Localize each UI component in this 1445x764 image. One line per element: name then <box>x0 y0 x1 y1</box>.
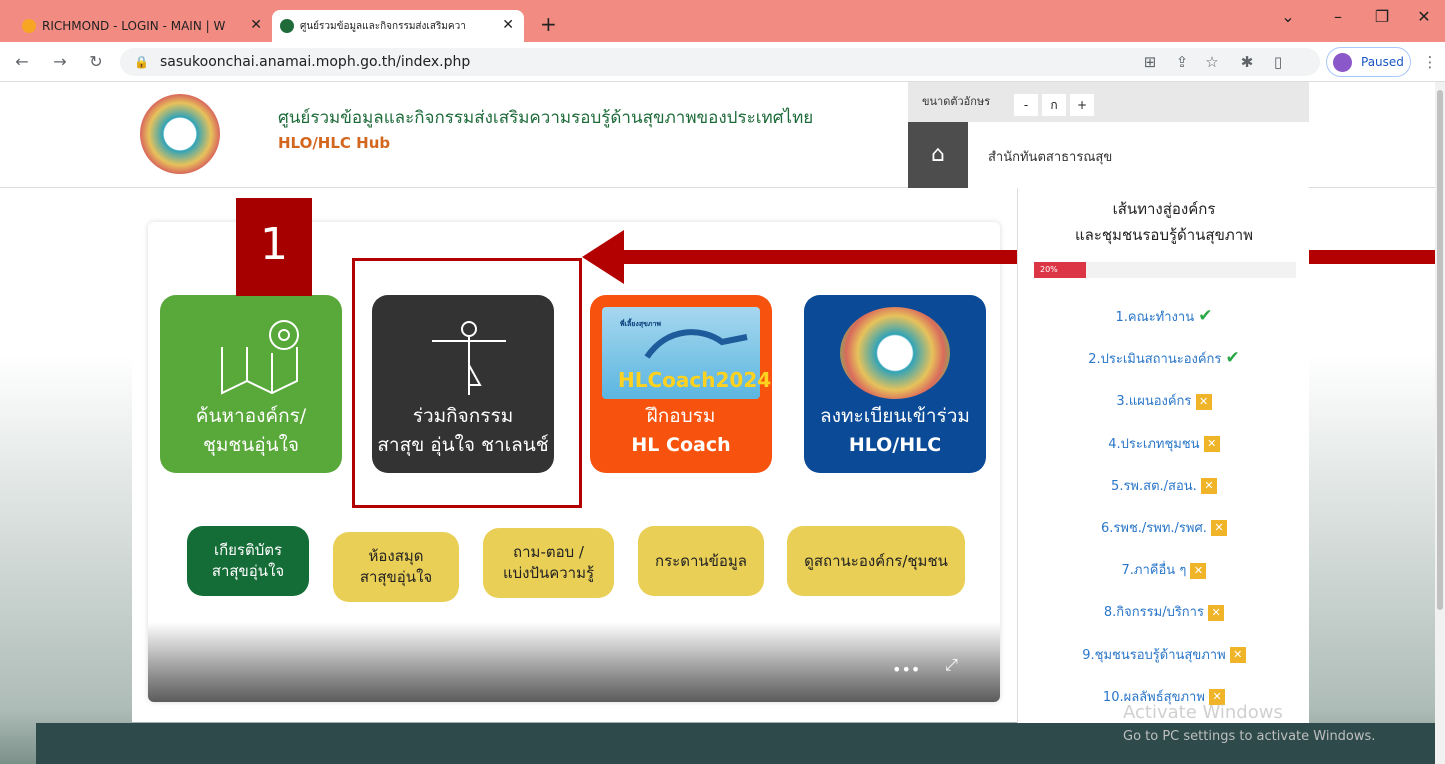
home-link[interactable]: สำนักทันตสาธารณสุข <box>988 146 1112 167</box>
checkmark-icon: ✔ <box>1225 348 1240 369</box>
tile-label: ฝึกอบรม HL Coach <box>631 405 731 456</box>
toolbar: ← → ↻ 🔒 sasukoonchai.anamai.moph.go.th/i… <box>0 42 1445 82</box>
site-title: ศูนย์รวมข้อมูลและกิจกรรมส่งเสริมความรอบร… <box>278 108 814 128</box>
font-size-bar: ขนาดตัวอักษร - ก + <box>908 82 1309 122</box>
step-label: 7.ภาคีอื่น ๆ <box>1121 563 1187 579</box>
pill-qa[interactable]: ถาม-ตอบ / แบ่งปันความรู้ <box>483 528 614 598</box>
step-label: 6.รพช./รพท./รพศ. <box>1100 520 1207 536</box>
pending-icon: ✕ <box>1200 478 1217 495</box>
site-subtitle: HLO/HLC Hub <box>278 134 391 152</box>
close-tab-icon[interactable]: ✕ <box>250 17 262 33</box>
progress-sidebar: เส้นทางสู่องค์กร และชุมชนรอบรู้ด้านสุขภาพ… <box>1017 188 1309 728</box>
step-label: 9.ชุมชนรอบรู้ด้านสุขภาพ <box>1082 647 1226 663</box>
profile-status: Paused <box>1361 55 1404 69</box>
site-favicon-icon <box>22 19 36 33</box>
sidebar-title: เส้นทางสู่องค์กร และชุมชนรอบรู้ด้านสุขภาพ <box>1074 200 1254 245</box>
sidebar-step-item[interactable]: 2.ประเมินสถานะองค์กร ✔ <box>1018 348 1310 390</box>
url-text: sasukoonchai.anamai.moph.go.th/index.php <box>160 54 471 70</box>
sidebar-step-item[interactable]: 1.คณะทำงาน ✔ <box>1018 306 1310 348</box>
tile-register-hlo[interactable]: ลงทะเบียนเข้าร่วม HLO/HLC <box>804 295 986 473</box>
pill-certificate[interactable]: เกียรติบัตร สาสุขอุ่นใจ <box>187 526 309 596</box>
minimize-button[interactable]: – <box>1318 5 1358 33</box>
share-icon[interactable]: ⇪ <box>1170 50 1194 74</box>
step-label: 3.แผนองค์กร <box>1116 394 1192 410</box>
site-favicon-icon <box>280 19 294 33</box>
sidebar-step-item[interactable]: 6.รพช./รพท./รพศ. ✕ <box>1018 517 1310 559</box>
profile-button[interactable]: Paused <box>1326 47 1411 77</box>
tile-label: ลงทะเบียนเข้าร่วม HLO/HLC <box>820 405 970 456</box>
step-label: 5.รพ.สต./สอน. <box>1111 478 1197 494</box>
page: ศูนย์รวมข้อมูลและกิจกรรมส่งเสริมความรอบร… <box>0 82 1445 764</box>
activation-watermark-text: Go to PC settings to activate Windows. <box>1123 729 1376 744</box>
pill-view-status[interactable]: ดูสถานะองค์กร/ชุมชน <box>787 526 965 596</box>
lock-icon: 🔒 <box>134 55 149 69</box>
sidebar-step-item[interactable]: 8.กิจกรรม/บริการ ✕ <box>1018 601 1310 643</box>
fullscreen-icon[interactable]: ⤢ <box>945 655 958 675</box>
sidebar-step-item[interactable]: 3.แผนองค์กร ✕ <box>1018 390 1310 432</box>
font-decrease-button[interactable]: - <box>1014 94 1038 116</box>
highlight-box <box>352 258 582 508</box>
close-window-button[interactable]: ✕ <box>1404 5 1444 33</box>
close-tab-icon[interactable]: ✕ <box>502 17 514 33</box>
banner-text: HLCoach2024 <box>618 368 772 392</box>
back-icon[interactable]: ← <box>10 50 34 74</box>
step-label: 8.กิจกรรม/บริการ <box>1103 605 1204 621</box>
hl-coach-banner: พี่เลี้ยงสุขภาพ HLCoach2024 <box>602 307 771 399</box>
font-increase-button[interactable]: + <box>1070 94 1094 116</box>
more-options-icon[interactable]: ••• <box>892 660 920 679</box>
map-pin-icon <box>221 320 299 395</box>
tab-search-icon[interactable]: ⌄ <box>1268 5 1308 33</box>
pending-icon: ✕ <box>1229 647 1246 663</box>
reload-icon[interactable]: ↻ <box>84 50 108 74</box>
new-tab-button[interactable]: + <box>540 12 557 36</box>
activation-watermark-title: Activate Windows <box>1123 702 1283 723</box>
progress-fill: 20% <box>1034 262 1087 278</box>
step-list: 1.คณะทำงาน ✔ 2.ประเมินสถานะองค์กร ✔ 3.แผนอ… <box>1018 306 1310 728</box>
home-icon[interactable]: ⌂ <box>908 122 968 188</box>
font-size-label: ขนาดตัวอักษร <box>922 95 991 108</box>
pill-library[interactable]: ห้องสมุด สาสุขอุ่นใจ <box>333 532 459 602</box>
step-label: 2.ประเมินสถานะองค์กร <box>1088 352 1222 368</box>
menu-icon[interactable]: ⋮ <box>1418 50 1442 74</box>
tab-label: RICHMOND - LOGIN - MAIN | W <box>42 19 226 33</box>
step-label: 1.คณะทำงาน <box>1115 310 1195 325</box>
tile-hl-coach[interactable]: พี่เลี้ยงสุขภาพ HLCoach2024 ฝึกอบรม HL Co… <box>590 295 772 473</box>
tile-label: ค้นหาองค์กร/ชุมชนอุ่นใจ <box>195 405 307 456</box>
tab-label: ศูนย์รวมข้อมูลและกิจกรรมส่งเสริมควา <box>300 20 466 32</box>
video-area <box>148 622 1000 702</box>
font-reset-button[interactable]: ก <box>1042 94 1066 116</box>
tab-strip: RICHMOND - LOGIN - MAIN | W ✕ ศูนย์รวมข้… <box>0 0 1445 42</box>
sidebar-step-item[interactable]: 9.ชุมชนรอบรู้ด้านสุขภาพ ✕ <box>1018 644 1310 686</box>
pending-icon: ✕ <box>1203 436 1220 453</box>
pill-board[interactable]: กระดานข้อมูล <box>638 526 764 596</box>
home-bar: ⌂ สำนักทันตสาธารณสุข <box>908 122 1309 188</box>
sidebar-step-item[interactable]: 7.ภาคีอื่น ๆ ✕ <box>1018 559 1310 601</box>
pending-icon: ✕ <box>1195 393 1212 410</box>
restore-button[interactable]: ❐ <box>1362 5 1402 33</box>
pending-icon: ✕ <box>1208 604 1225 621</box>
tile-find-organization[interactable]: ค้นหาองค์กร/ชุมชนอุ่นใจ <box>160 295 342 473</box>
sidebar-step-item[interactable]: 4.ประเภทชุมชน ✕ <box>1018 433 1310 475</box>
forward-icon[interactable]: → <box>48 50 72 74</box>
scrollbar-thumb[interactable] <box>1437 90 1443 610</box>
site-logo[interactable] <box>140 94 220 174</box>
pending-icon: ✕ <box>1211 520 1227 537</box>
arrow-icon <box>582 230 624 284</box>
extensions-icon[interactable]: ✱ <box>1235 50 1259 74</box>
checkmark-icon: ✔ <box>1198 306 1213 326</box>
tab-richmond[interactable]: RICHMOND - LOGIN - MAIN | W ✕ <box>14 10 272 42</box>
site-header: ศูนย์รวมข้อมูลและกิจกรรมส่งเสริมความรอบร… <box>0 82 1445 188</box>
tab-sasukoonchai[interactable]: ศูนย์รวมข้อมูลและกิจกรรมส่งเสริมควา ✕ <box>272 10 524 42</box>
translate-icon[interactable]: ⊞ <box>1138 50 1162 74</box>
star-icon[interactable]: ☆ <box>1200 50 1224 74</box>
logo-icon <box>840 307 950 399</box>
progress-bar: 20% <box>1034 262 1296 278</box>
pending-icon: ✕ <box>1190 562 1207 579</box>
sidebar-step-item[interactable]: 5.รพ.สต./สอน. ✕ <box>1018 475 1310 517</box>
step-label: 4.ประเภทชุมชน <box>1108 436 1200 452</box>
handshake-icon <box>644 329 748 359</box>
step-number-badge: 1 <box>236 198 312 296</box>
side-panel-icon[interactable]: ▯ <box>1266 50 1290 74</box>
avatar <box>1333 53 1352 72</box>
